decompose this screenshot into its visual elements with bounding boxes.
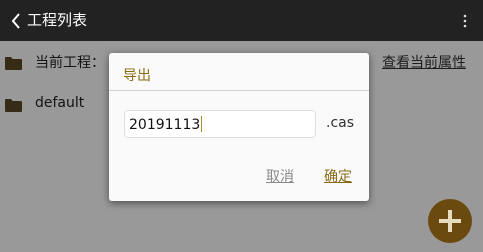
filename-input[interactable]: 20191113 (124, 110, 316, 138)
dialog-divider (109, 90, 369, 91)
confirm-button[interactable]: 确定 (324, 166, 352, 186)
filename-value: 20191113 (129, 117, 201, 133)
dialog-title: 导出 (123, 68, 151, 84)
back-chevron-left-icon[interactable] (4, 0, 28, 41)
plus-icon (439, 210, 461, 232)
add-project-button[interactable] (428, 199, 472, 243)
app-bar: 工程列表 (0, 0, 483, 41)
text-caret (201, 116, 203, 132)
cancel-button[interactable]: 取消 (266, 166, 294, 186)
page-title: 工程列表 (27, 11, 88, 29)
file-extension: .cas (326, 115, 355, 131)
export-dialog: 导出 20191113 .cas 取消 确定 (109, 53, 369, 201)
more-vertical-icon[interactable] (455, 0, 475, 41)
